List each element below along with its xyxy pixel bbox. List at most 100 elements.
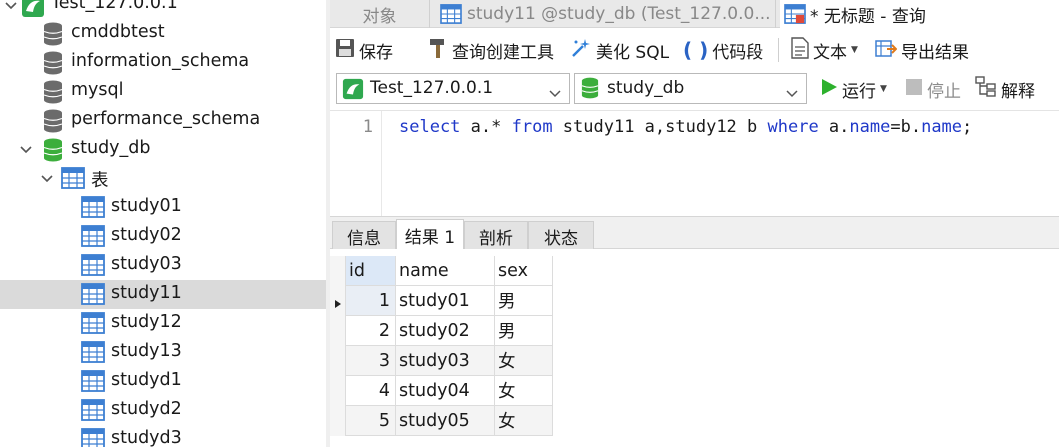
tab-query-untitled[interactable]: * 无标题 - 查询 [780,0,1059,28]
tree-item-table[interactable]: studyd3 [0,425,326,447]
chevron-down-icon[interactable] [19,143,33,157]
save-button[interactable]: 保存 [335,37,393,63]
run-button[interactable]: 运行 ▼ [820,76,887,102]
column-header-id[interactable]: id [346,256,396,286]
run-label: 运行 [842,81,876,102]
toolbar-divider [778,38,779,62]
sql-keyword: where [767,117,819,137]
tree-item-label: studyd3 [111,428,182,447]
dropdown-arrow-icon: ▼ [851,45,858,55]
tab-objects[interactable]: 对象 [330,0,430,28]
cell-name[interactable]: study04 [396,376,495,406]
tree-item-label: studyd1 [111,370,182,390]
tab-status[interactable]: 状态 [528,221,594,250]
mysql-connection-icon [342,78,364,105]
stop-button[interactable]: 停止 [905,76,961,102]
sql-text: a. [818,117,850,137]
tab-label: study11 @study_db (Test_127.0.0... [467,4,771,24]
cell-value: 4 [378,380,390,401]
table-icon [81,341,105,365]
tree-item-label: studyd2 [111,399,182,419]
line-number: 1 [362,117,373,137]
cell-sex[interactable]: 女 [495,346,553,376]
column-header-name[interactable]: name [396,256,495,286]
explain-button[interactable]: 解释 [975,75,1035,102]
tree-item-table[interactable]: study02 [0,222,326,251]
tree-item-database-open[interactable]: study_db [0,135,326,164]
result-grid[interactable]: id name sex 1 study01 男 2 study02 男 3 st… [330,249,1059,447]
sql-identifier: name [921,117,963,137]
tree-item-tables-folder[interactable]: 表 [0,164,326,193]
cell-name[interactable]: study05 [396,406,495,436]
tab-label: * 无标题 - 查询 [810,6,926,27]
tree-item-database[interactable]: performance_schema [0,106,326,135]
query-builder-button[interactable]: 查询创建工具 [428,37,554,63]
cell-value: 女 [498,412,516,432]
tree-item-label: study13 [111,341,182,361]
cell-name[interactable]: study01 [396,286,495,316]
tree-item-table[interactable]: studyd1 [0,367,326,396]
cell-name[interactable]: study02 [396,316,495,346]
tab-label: 结果 1 [404,228,456,248]
cell-id[interactable]: 4 [346,376,396,406]
cell-sex[interactable]: 女 [495,406,553,436]
tree-item-label: study03 [111,254,182,274]
cell-id[interactable]: 3 [346,346,396,376]
tab-label: 对象 [362,6,397,27]
chevron-down-icon[interactable] [4,0,18,13]
database-select[interactable]: study_db [574,73,807,104]
cell-id[interactable]: 2 [346,316,396,346]
database-icon [43,109,65,133]
cell-sex[interactable]: 女 [495,376,553,406]
tab-label: 状态 [544,228,578,249]
code-snippet-label: 代码段 [712,42,764,63]
chevron-down-icon[interactable] [40,172,54,186]
beautify-sql-button[interactable]: 美化 SQL [570,37,669,63]
cell-id[interactable]: 5 [346,406,396,436]
table-icon [81,225,105,249]
chevron-down-icon [549,83,561,103]
code-snippet-button[interactable]: ( ) 代码段 [683,37,763,63]
cell-sex[interactable]: 男 [495,316,553,346]
sql-identifier: name [849,117,891,137]
export-result-button[interactable]: 导出结果 [875,37,969,63]
cell-name[interactable]: study03 [396,346,495,376]
cell-id[interactable]: 1 [346,286,396,316]
table-icon [81,254,105,278]
tree-item-table[interactable]: study03 [0,251,326,280]
cell-value: 男 [498,292,516,312]
table-icon [440,4,462,24]
tree-item-table[interactable]: study13 [0,338,326,367]
sql-keyword: from [511,117,553,137]
tab-table-study11[interactable]: study11 @study_db (Test_127.0.0... [434,0,776,28]
beautify-sql-label: 美化 SQL [596,42,670,63]
tree-item-table-selected[interactable]: study11 [0,280,326,309]
current-row-indicator-icon [334,294,342,314]
tab-result-1[interactable]: 结果 1 [396,219,464,251]
tab-profile[interactable]: 剖析 [464,221,528,250]
tree-item-database[interactable]: information_schema [0,48,326,77]
tree-item-database[interactable]: cmddbtest [0,19,326,48]
cell-value: 3 [378,350,390,371]
tree-item-label: study_db [71,138,151,158]
tree-item-table[interactable]: studyd2 [0,396,326,425]
database-icon [43,51,65,75]
tree-item-table[interactable]: study12 [0,309,326,338]
cell-sex[interactable]: 男 [495,286,553,316]
text-button[interactable]: 文本 ▼ [791,36,858,63]
table-icon [81,370,105,394]
sql-text: study11 a,study12 b [552,117,768,137]
tree-item-label: study11 [111,283,182,303]
export-result-label: 导出结果 [901,42,969,63]
sql-editor[interactable]: 1 select a.* from study11 a,study12 b wh… [330,110,1059,217]
cell-value: 女 [498,382,516,402]
connection-select[interactable]: Test_127.0.0.1 [336,73,570,104]
tree-item-table[interactable]: study01 [0,193,326,222]
tab-strip: 对象 study11 @study_db (Test_127.0.0... * … [330,0,1059,28]
tree-item-connection[interactable]: Test_127.0.0.1 [0,0,326,20]
tree-item-database[interactable]: mysql [0,77,326,106]
column-header-sex[interactable]: sex [495,256,553,286]
hammer-icon [428,37,448,64]
explain-label: 解释 [1001,81,1035,102]
tab-info[interactable]: 信息 [332,221,396,250]
